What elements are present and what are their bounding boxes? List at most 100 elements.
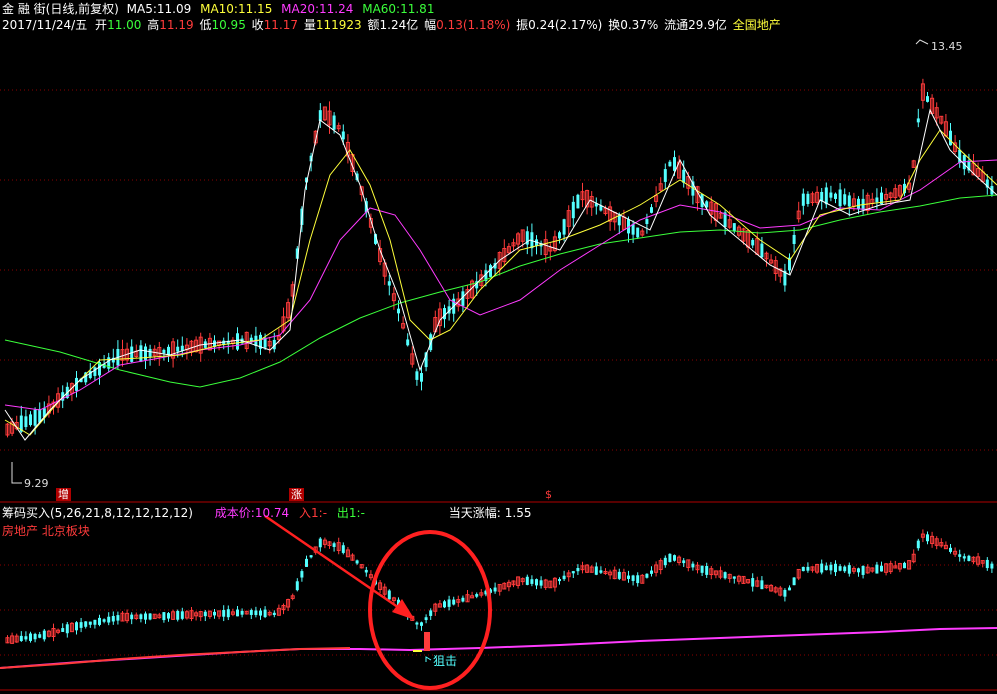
sub-candle [429,610,433,616]
sub-candle [838,566,842,571]
sub-candle [562,575,566,580]
price-max-label: 13.45 [931,40,963,53]
main-candle [847,195,851,207]
main-candle [33,409,37,426]
main-candle [645,218,649,225]
sub-candle [79,622,83,628]
main-candle [617,215,621,226]
sub-candle [571,571,575,574]
sub-candle [539,580,543,586]
sub-candle [682,560,686,564]
main-candle [93,367,97,376]
sub-candle [824,565,828,571]
sub-candle [861,566,865,575]
sub-candle [98,617,101,625]
sub-candle [75,622,78,631]
sub-candle [617,571,621,579]
marker-dollar: $ [545,488,552,501]
cost-price-line [0,627,997,669]
sub-candle [967,555,971,562]
sub-candle [645,573,649,578]
sub-candle [880,565,883,572]
kline-chart[interactable] [0,0,997,694]
sub-candle [272,612,276,616]
sub-candle [387,590,391,600]
out-value: - [360,506,365,520]
sub-candle [254,610,258,616]
today-range-label: 当天涨幅: [448,506,501,520]
sub-candle [259,610,262,616]
sub-candle [355,560,359,564]
sub-candle [240,610,244,615]
main-candle [682,169,686,183]
sector-tags[interactable]: 房地产 北京板块 [2,523,90,539]
sub-candle [820,563,824,573]
main-candle [148,348,152,357]
sub-candle [88,621,92,625]
main-candle [420,373,423,382]
main-candle [162,349,166,354]
sub-candle [829,564,833,571]
sub-candle [751,578,755,587]
sub-candle [38,634,42,638]
sub-candle [732,576,736,579]
sub-candle [806,566,810,571]
main-candle [415,371,419,380]
sub-candle [420,622,423,626]
main-candle [558,232,561,239]
cost-line-red-section [0,647,351,669]
main-candle [562,219,566,235]
marker-zhang: 涨 [289,488,304,501]
sub-candle [93,619,97,625]
main-candle [875,197,879,203]
in-label: 入1: [299,506,323,520]
buy-signal-bar [424,632,430,651]
sub-candle [760,580,764,590]
sub-candle [949,547,952,552]
main-candle [236,333,239,350]
main-candle [829,192,833,198]
sub-candle [834,563,837,573]
indicator-name[interactable]: 筹码买入(5,26,21,8,12,12,12,12) [2,506,193,520]
sub-candle [42,630,46,640]
main-candle [406,339,410,346]
sub-candle [985,559,989,569]
sub-candle [668,553,672,563]
price-min-label: 9.29 [24,477,49,490]
sub-candle [461,597,465,602]
sub-candle [847,565,851,574]
sub-candle [650,570,653,574]
main-candle [663,169,667,182]
sub-candle [962,556,966,559]
sub-candle [916,540,920,549]
sub-candle [148,613,152,620]
sub-candle [558,579,561,582]
sub-candle [801,566,805,572]
sub-candle [176,610,180,620]
sub-candle [318,538,322,548]
main-candle [387,281,391,286]
sub-candle [167,613,170,619]
main-candle [760,243,764,258]
sub-candle [309,555,313,558]
main-candle [650,207,653,213]
main-candle [916,118,920,123]
sub-candle [990,563,994,569]
main-candles [5,78,994,438]
sub-candle [116,615,120,621]
sub-candle [222,610,226,617]
out-label: 出1: [336,506,361,520]
sub-candle [452,599,456,605]
main-candle [397,308,400,314]
sub-candle [788,587,791,591]
sub-candle [599,570,603,573]
sub-candle [783,589,787,597]
in-value: - [322,506,328,520]
sub-candle [530,579,534,584]
main-candle [732,223,736,232]
sub-candle [535,579,538,586]
marker-zeng: 增 [56,488,71,501]
sub-candle [627,575,630,579]
sub-candle [65,624,69,634]
sub-candle [415,622,419,625]
